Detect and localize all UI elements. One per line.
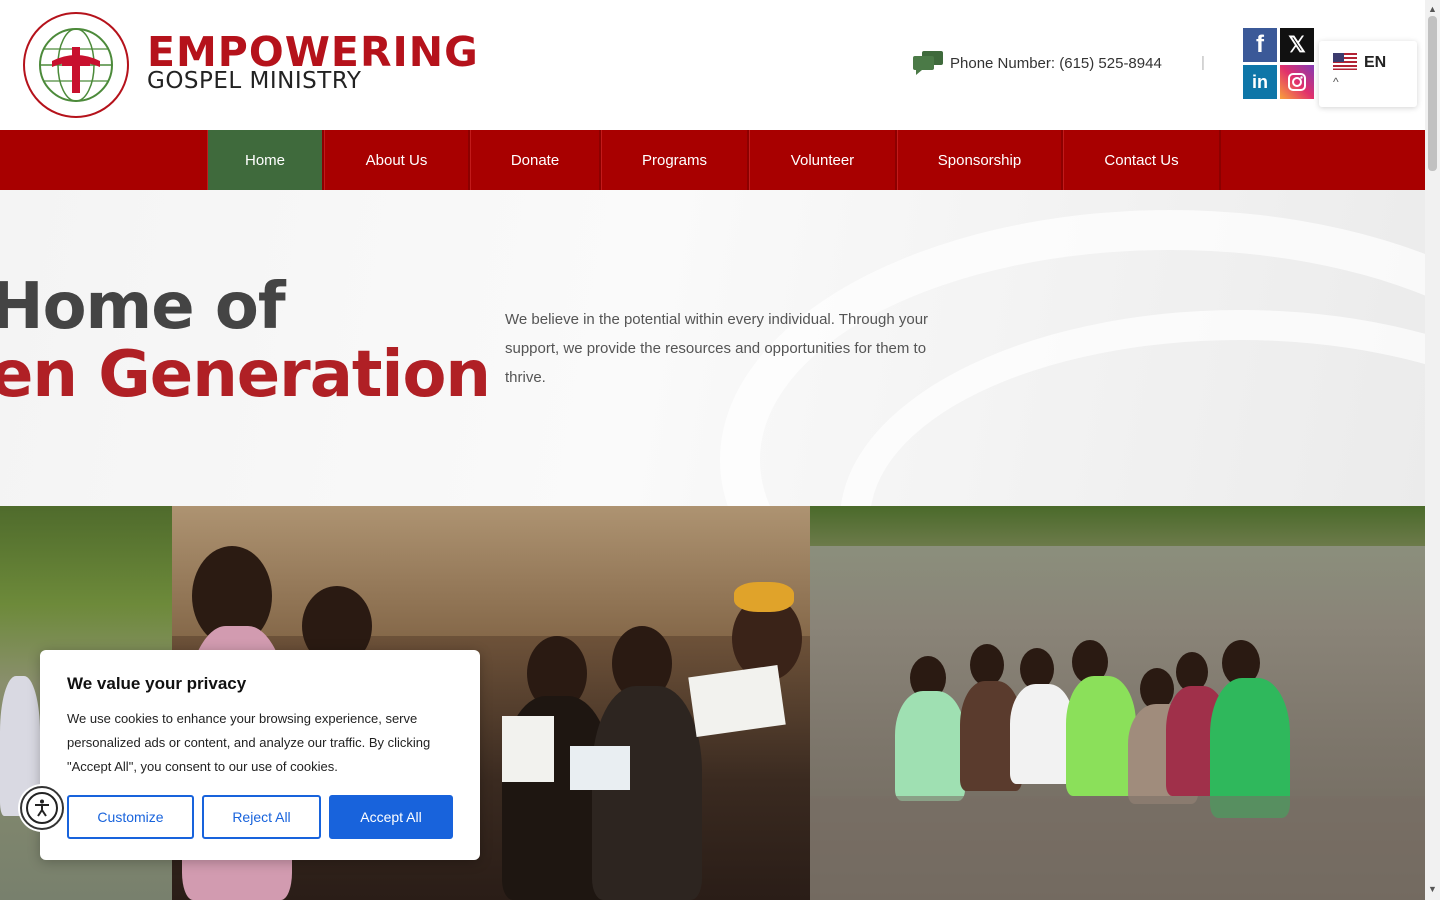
accessibility-person-icon bbox=[35, 799, 49, 817]
linkedin-icon[interactable]: in bbox=[1243, 65, 1277, 99]
cookie-body: We use cookies to enhance your browsing … bbox=[67, 711, 431, 774]
photo-water bbox=[810, 796, 1425, 900]
logo-wordmark[interactable]: EMPOWERING GOSPEL MINISTRY bbox=[147, 30, 479, 93]
divider: | bbox=[1201, 54, 1205, 71]
us-flag-icon bbox=[1333, 53, 1357, 70]
accept-all-button[interactable]: Accept All bbox=[329, 795, 453, 839]
instagram-glyph bbox=[1288, 73, 1306, 91]
photo-figure bbox=[1010, 684, 1074, 784]
church-seal-logo[interactable] bbox=[22, 9, 130, 121]
nav-item-sponsorship[interactable]: Sponsorship bbox=[897, 130, 1063, 190]
nav-item-contact-us[interactable]: Contact Us bbox=[1063, 130, 1221, 190]
photo-figure bbox=[1066, 676, 1136, 796]
photo-figure bbox=[592, 686, 702, 900]
reject-all-button[interactable]: Reject All bbox=[202, 795, 321, 839]
phone-label: Phone Number: (615) 525-8944 bbox=[950, 54, 1162, 72]
page-scrollbar[interactable]: ▲ ▼ bbox=[1425, 0, 1440, 900]
scroll-up-icon[interactable]: ▲ bbox=[1428, 4, 1437, 14]
hero-heading-line2: en Generation bbox=[0, 338, 491, 412]
phone-contact[interactable]: Phone Number: (615) 525-8944 bbox=[912, 50, 1162, 76]
instagram-icon[interactable] bbox=[1280, 65, 1314, 99]
main-nav: Home About Us Donate Programs Volunteer … bbox=[0, 130, 1425, 190]
cookie-consent-dialog: We value your privacy We use cookies to … bbox=[40, 650, 480, 860]
scrollbar-thumb[interactable] bbox=[1428, 16, 1437, 171]
photo-figure bbox=[895, 691, 965, 801]
hero-section: Home of en Generation We believe in the … bbox=[0, 190, 1425, 506]
accessibility-icon bbox=[26, 792, 58, 824]
facebook-icon[interactable]: f bbox=[1243, 28, 1277, 62]
language-switcher[interactable]: EN ^ bbox=[1319, 41, 1417, 107]
hero-heading-line1: Home of bbox=[0, 270, 286, 344]
chat-bubbles-icon bbox=[913, 51, 943, 75]
river-group-photo bbox=[810, 506, 1425, 900]
nav-item-programs[interactable]: Programs bbox=[601, 130, 749, 190]
photo-treeline bbox=[810, 506, 1425, 546]
photo-certificate bbox=[688, 665, 786, 737]
photo-certificate bbox=[570, 746, 630, 790]
chevron-up-icon[interactable]: ^ bbox=[1333, 75, 1339, 89]
accessibility-button[interactable] bbox=[20, 786, 64, 830]
photo-figure bbox=[970, 644, 1004, 686]
site-header: EMPOWERING GOSPEL MINISTRY Phone Number:… bbox=[0, 0, 1425, 130]
x-twitter-icon[interactable]: 𝕏 bbox=[1280, 28, 1314, 62]
nav-item-volunteer[interactable]: Volunteer bbox=[749, 130, 897, 190]
nav-item-about-us[interactable]: About Us bbox=[324, 130, 470, 190]
nav-item-home[interactable]: Home bbox=[207, 130, 324, 190]
scroll-down-icon[interactable]: ▼ bbox=[1428, 884, 1437, 894]
photo-headwrap bbox=[734, 582, 794, 612]
language-code: EN bbox=[1364, 54, 1387, 71]
photo-certificate bbox=[502, 716, 554, 782]
cookie-title: We value your privacy bbox=[67, 674, 247, 693]
hero-description: We believe in the potential within every… bbox=[505, 311, 929, 386]
nav-item-donate[interactable]: Donate bbox=[470, 130, 601, 190]
customize-button[interactable]: Customize bbox=[67, 795, 194, 839]
